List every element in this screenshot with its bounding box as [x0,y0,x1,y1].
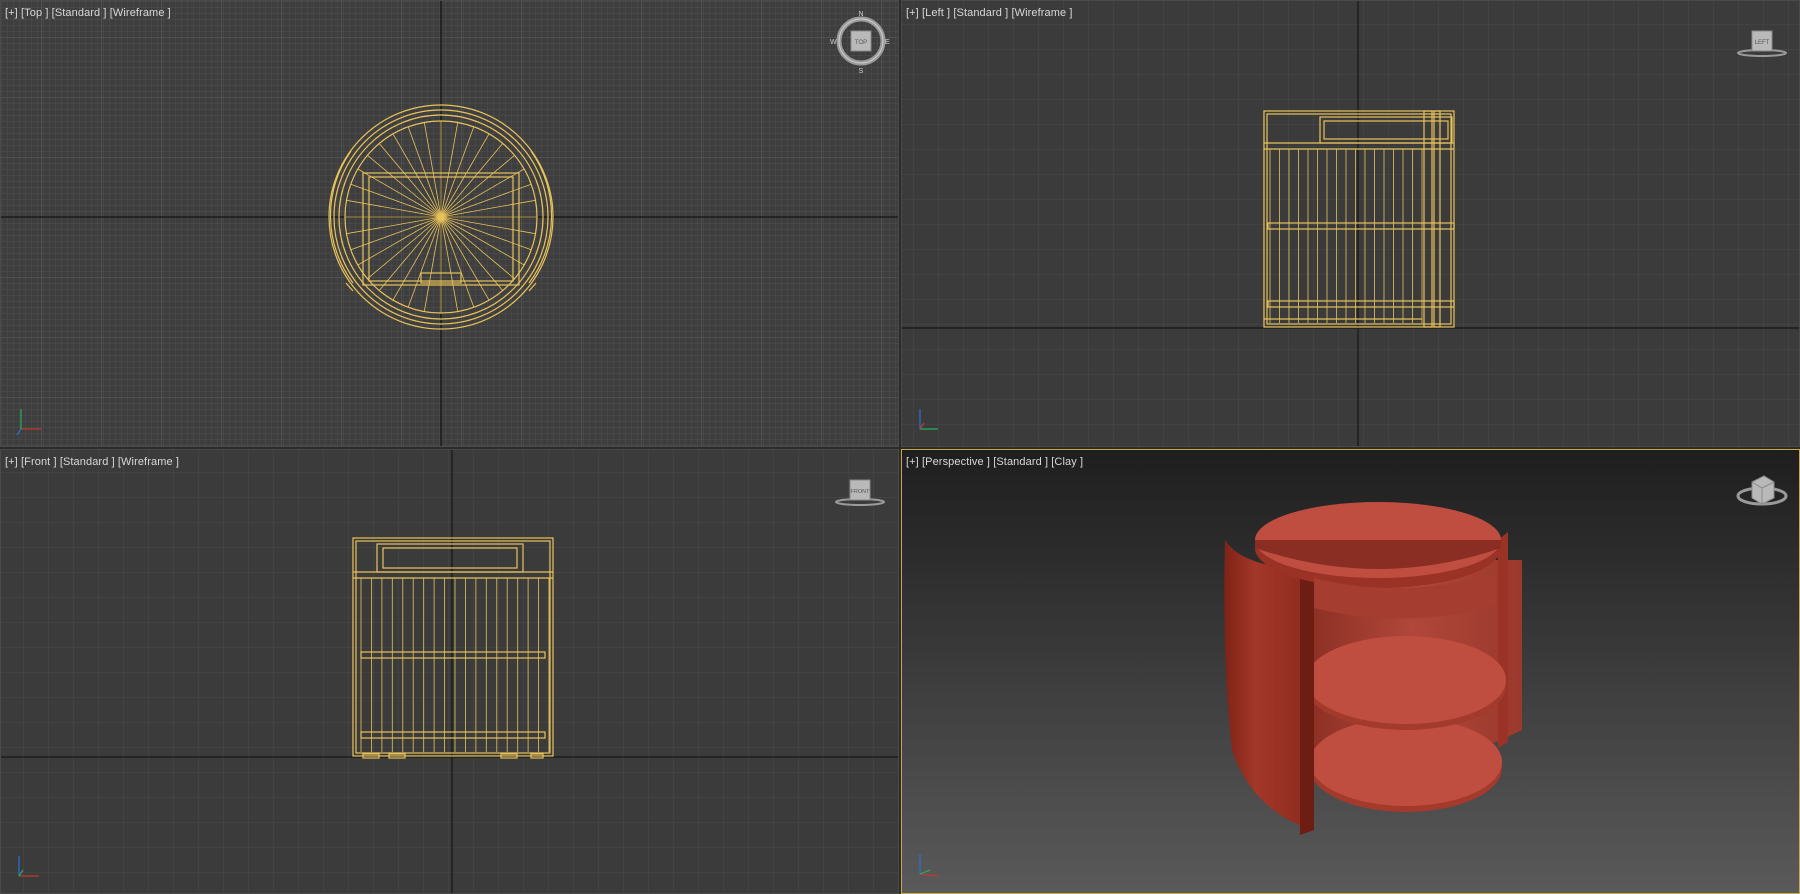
viewport-view-label[interactable]: [Left ] [922,7,950,19]
viewcube-left-label: LEFT [1755,40,1770,46]
left-view-canvas[interactable]: LEFT [902,1,1800,447]
compass-south: S [859,68,864,75]
viewcube-top-label: TOP [855,40,867,46]
viewport-mode-label[interactable]: [Wireframe ] [1011,7,1072,19]
viewport-shading-label[interactable]: [Standard ] [52,7,107,19]
viewcube-front-label: FRONT [851,489,871,495]
viewport-menu-button[interactable]: [+] [906,7,919,19]
viewport-menu-button[interactable]: [+] [5,456,18,468]
viewport-view-label[interactable]: [Top ] [21,7,49,19]
compass-west: W [830,39,837,46]
viewport-shading-label[interactable]: [Standard ] [953,7,1008,19]
viewport-front[interactable]: FRONT [+] [Front ] [Standard ] [Wirefram… [0,449,899,894]
viewport-shading-label[interactable]: [Standard ] [993,456,1048,468]
clay-table-model[interactable] [1224,502,1522,835]
viewport-mode-label[interactable]: [Wireframe ] [110,7,171,19]
viewport-menu-button[interactable]: [+] [906,456,919,468]
top-view-canvas[interactable]: TOP N S E W [1,1,899,447]
front-view-canvas[interactable]: FRONT [1,450,899,894]
perspective-view-canvas[interactable] [902,450,1800,894]
viewport-label-perspective: [+] [Perspective ] [Standard ] [Clay ] [906,456,1083,468]
viewport-label-front: [+] [Front ] [Standard ] [Wireframe ] [5,456,179,468]
viewport-perspective[interactable]: [+] [Perspective ] [Standard ] [Clay ] [901,449,1800,894]
viewport-view-label[interactable]: [Perspective ] [922,456,990,468]
viewport-mode-label[interactable]: [Clay ] [1051,456,1083,468]
viewport-mode-label[interactable]: [Wireframe ] [118,456,179,468]
viewport-shading-label[interactable]: [Standard ] [60,456,115,468]
viewport-label-left: [+] [Left ] [Standard ] [Wireframe ] [906,7,1073,19]
viewport-top[interactable]: TOP N S E W [+] [Top ] [Standard ] [Wire… [0,0,899,447]
viewport-left[interactable]: LEFT [+] [Left ] [Standard ] [Wireframe … [901,0,1800,447]
viewport-menu-button[interactable]: [+] [5,7,18,19]
compass-east: E [885,39,890,46]
compass-north: N [858,11,863,18]
viewport-view-label[interactable]: [Front ] [21,456,57,468]
viewport-label-top: [+] [Top ] [Standard ] [Wireframe ] [5,7,171,19]
